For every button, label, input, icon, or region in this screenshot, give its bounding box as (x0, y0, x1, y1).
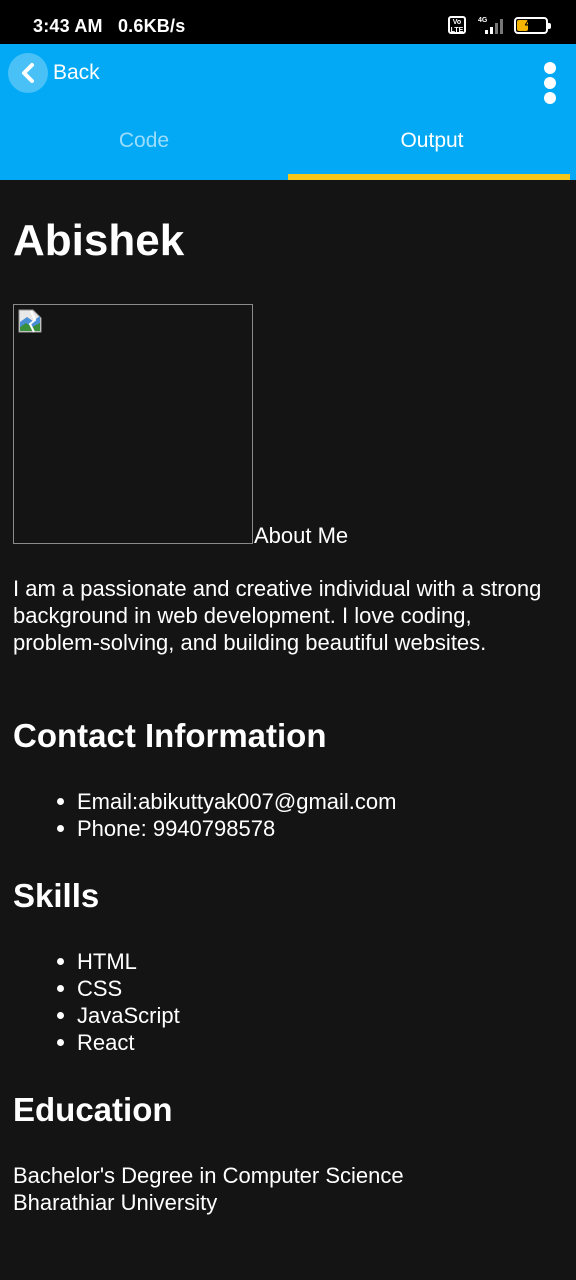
contact-email: Email:abikuttyak007@gmail.com (56, 789, 397, 814)
battery-level: 44 (524, 17, 538, 30)
app-bar: Back Code Output (0, 44, 576, 180)
more-options-icon[interactable] (540, 62, 560, 104)
volte-icon: Vo LTE (448, 16, 466, 34)
tab-indicator (288, 174, 570, 180)
skill-item: JavaScript (57, 1003, 180, 1028)
skills-heading: Skills (13, 877, 100, 914)
skill-item: React (57, 1029, 180, 1056)
tab-output[interactable]: Output (288, 120, 576, 180)
education-text: Bachelor's Degree in Computer Science Bh… (13, 1162, 404, 1216)
status-icons: Vo LTE 4G 44 (448, 15, 551, 35)
education-heading: Education (13, 1091, 173, 1128)
contact-list: Email:abikuttyak007@gmail.com Phone: 994… (56, 788, 397, 842)
about-text: I am a passionate and creative individua… (13, 576, 542, 655)
tab-bar: Code Output (0, 120, 576, 180)
skill-item: HTML (57, 948, 180, 975)
network-type-label: 4G (478, 17, 488, 24)
skills-list: HTML CSS JavaScript React (57, 948, 180, 1056)
status-bar: 3:43 AM 0.6KB/s Vo LTE 4G 44 (0, 0, 576, 44)
about-heading: About Me (254, 523, 349, 548)
education-degree: Bachelor's Degree in Computer Science (13, 1163, 404, 1188)
status-network-speed: 0.6KB/s (117, 16, 186, 36)
back-button[interactable]: Back (8, 53, 100, 93)
profile-image (13, 304, 253, 544)
signal-icon: 4G (478, 17, 503, 34)
back-label: Back (53, 61, 100, 84)
tab-code[interactable]: Code (0, 120, 288, 180)
contact-phone: Phone: 9940798578 (56, 815, 396, 842)
status-left: 3:43 AM 0.6KB/s (33, 16, 185, 37)
skill-item: CSS (57, 975, 180, 1002)
page-title: Abishek (13, 216, 185, 265)
broken-image-icon (18, 309, 42, 333)
back-arrow-icon (8, 53, 48, 93)
battery-icon: 44 (514, 16, 551, 34)
education-university: Bharathiar University (13, 1190, 218, 1215)
contact-heading: Contact Information (13, 717, 327, 754)
status-time: 3:43 AM (33, 16, 103, 36)
